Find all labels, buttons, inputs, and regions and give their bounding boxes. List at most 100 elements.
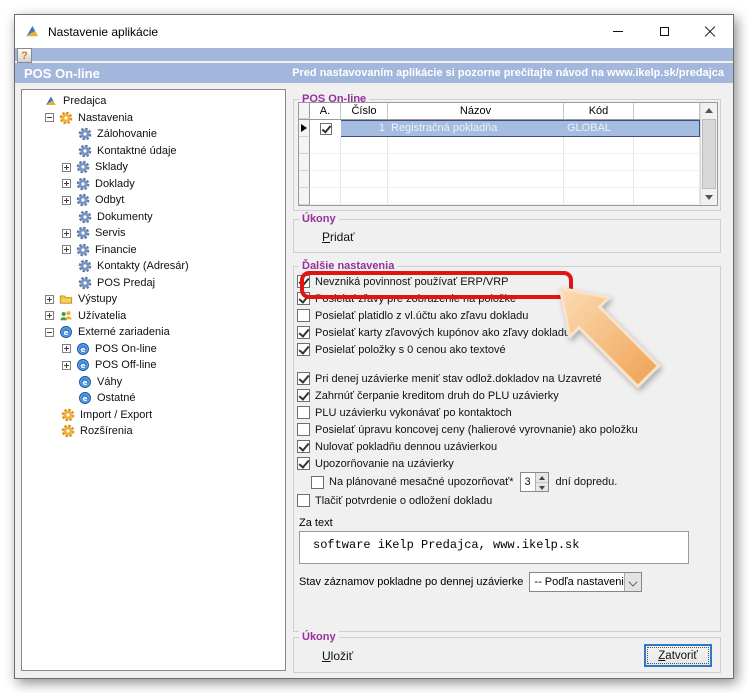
tree-item-pos-predaj[interactable]: POS Predaj [22, 275, 285, 292]
tree-item-kontaktne-udaje[interactable]: Kontaktné údaje [22, 143, 285, 160]
row-active-checkbox[interactable] [320, 123, 332, 135]
tree-item-pos-on-line[interactable]: ePOS On-line [22, 341, 285, 358]
tree-item-kontakty-adresar[interactable]: Kontakty (Adresár) [22, 258, 285, 275]
setting-posielat-platidlo-z-vl-uctu-ako-zlavu-do[interactable]: Posielať platidlo z vl.účtu ako zľavu do… [294, 307, 720, 324]
spinner-suffix-label: dní dopredu. [556, 476, 618, 488]
expand-plus-icon[interactable] [62, 196, 71, 205]
gear-orange-icon [58, 110, 74, 126]
tree-item-externe-zariadenia[interactable]: eExterné zariadenia [22, 324, 285, 341]
setting-zahrnut-cerpanie-kreditom-druh-do-plu-uz[interactable]: Zahrnúť čerpanie kreditom druh do PLU uz… [294, 387, 720, 404]
checkbox[interactable] [297, 309, 310, 322]
checkbox[interactable] [297, 423, 310, 436]
tree-item-label: Kontaktné údaje [97, 145, 177, 157]
spinner-value: 3 [521, 473, 535, 491]
app-logo-icon [24, 23, 41, 40]
checkbox[interactable] [297, 440, 310, 453]
add-button[interactable]: Pridať [322, 230, 355, 244]
tree-item-sklady[interactable]: Sklady [22, 159, 285, 176]
scroll-up-icon[interactable] [701, 103, 717, 119]
setting-upozornovanie-na-uzavierky[interactable]: Upozorňovanie na uzávierky [294, 455, 720, 472]
scroll-down-icon[interactable] [701, 189, 717, 205]
setting-nevznika-povinnost-pouzivat-erp-vrp[interactable]: Nevzniká povinnosť používať ERP/VRP [294, 273, 720, 290]
expand-minus-icon[interactable] [45, 113, 54, 122]
chevron-down-icon[interactable] [624, 573, 641, 591]
section-title: POS On-line [24, 66, 100, 81]
app-icon [43, 93, 59, 109]
svg-text:e: e [80, 345, 85, 354]
state-select[interactable]: -- Podľa nastavenia [529, 572, 642, 592]
table-empty-row [299, 188, 700, 205]
tree-item-vystupy[interactable]: Výstupy [22, 291, 285, 308]
table-row[interactable]: 1 Registračná pokladňa GLOBAL [299, 120, 700, 137]
help-button[interactable]: ? [17, 48, 32, 63]
checkbox[interactable] [297, 275, 310, 288]
tree-item-odbyt[interactable]: Odbyt [22, 192, 285, 209]
tree-item-dokumenty[interactable]: Dokumenty [22, 209, 285, 226]
tree-item-import-export[interactable]: Import / Export [22, 407, 285, 424]
tree-item-vahy[interactable]: eVáhy [22, 374, 285, 391]
tree-item-financie[interactable]: Financie [22, 242, 285, 259]
checkbox[interactable] [297, 406, 310, 419]
checkbox[interactable] [297, 343, 310, 356]
settings-checkbox-list: Nevzniká povinnosť používať ERP/VRPPosie… [294, 267, 720, 509]
tree-item-doklady[interactable]: Doklady [22, 176, 285, 193]
tree-item-nastavenia[interactable]: Nastavenia [22, 110, 285, 127]
days-spinner[interactable]: 3 [520, 472, 549, 492]
close-button[interactable] [687, 15, 733, 48]
tree-item-pos-off-line[interactable]: ePOS Off-line [22, 357, 285, 374]
checkbox[interactable] [297, 292, 310, 305]
table-scrollbar[interactable] [700, 103, 717, 205]
checkbox[interactable] [297, 494, 310, 507]
setting-posielat-karty-zlavovych-kuponov-ako-zla[interactable]: Posielať karty zľavových kupónov ako zľa… [294, 324, 720, 341]
tree-item-uzivatelia[interactable]: Užívatelia [22, 308, 285, 325]
tree-item-ostatne[interactable]: eOstatné [22, 390, 285, 407]
tree-item-label: Rozšírenia [80, 425, 133, 437]
expand-minus-icon[interactable] [45, 328, 54, 337]
expand-plus-icon[interactable] [62, 245, 71, 254]
gear-blue-icon [75, 159, 91, 175]
expand-plus-icon[interactable] [62, 344, 71, 353]
device-icon: e [75, 341, 91, 357]
settings-tree: PredajcaNastaveniaZálohovanie Kontaktné ú… [21, 89, 286, 671]
tree-item-zalohovanie[interactable]: Zálohovanie [22, 126, 285, 143]
setting-na-planovane-mesacne-upozornovat[interactable]: Na plánované mesačné upozorňovať*3dní do… [308, 472, 720, 492]
tree-item-label: Sklady [95, 161, 128, 173]
spinner-up-icon[interactable] [536, 473, 548, 483]
checkbox[interactable] [297, 457, 310, 470]
setting-plu-uzavierku-vykonavat-po-kontaktoch[interactable]: PLU uzávierku vykonávať po kontaktoch [294, 404, 720, 421]
expand-plus-icon[interactable] [62, 179, 71, 188]
scrollbar-thumb[interactable] [702, 119, 716, 189]
setting-posielat-polozky-s-0-cenou-ako-textove[interactable]: Posielať položky s 0 cenou ako textové [294, 341, 720, 358]
maximize-button[interactable] [641, 15, 687, 48]
setting-nulovat-pokladnu-dennou-uzavierkou[interactable]: Nulovať pokladňu dennou uzávierkou [294, 438, 720, 455]
setting-posielat-upravu-koncovej-ceny-halierove-[interactable]: Posielať úpravu koncovej ceny (halierové… [294, 421, 720, 438]
group-other-settings: Ďalšie nastavenia Nevzniká povinnosť pou… [293, 266, 721, 632]
checkbox[interactable] [297, 326, 310, 339]
checkbox[interactable] [311, 476, 324, 489]
minimize-button[interactable] [595, 15, 641, 48]
save-button[interactable]: Uložiť [322, 649, 353, 663]
cash-register-table: A. Číslo Názov Kód 1 Registračná pokladň… [298, 102, 718, 206]
expand-plus-icon[interactable] [45, 295, 54, 304]
setting-pri-denej-uzavierke-menit-stav-odloz-dok[interactable]: Pri denej uzávierke meniť stav odlož.dok… [294, 370, 720, 387]
dialog-content: PredajcaNastaveniaZálohovanie Kontaktné ú… [15, 83, 733, 678]
expand-plus-icon[interactable] [62, 163, 71, 172]
column-header: Číslo [341, 103, 388, 119]
checkbox[interactable] [297, 389, 310, 402]
tree-item-label: Váhy [97, 376, 122, 388]
tree-item-predajca[interactable]: Predajca [22, 93, 285, 110]
expand-plus-icon[interactable] [62, 361, 71, 370]
users-icon [58, 308, 74, 324]
setting-posielat-zlavy-pre-zobrazenie-na-polozke[interactable]: Posielať zľavy pre zobrazenie na položke [294, 290, 720, 307]
expand-plus-icon[interactable] [62, 229, 71, 238]
expand-plus-icon[interactable] [45, 311, 54, 320]
tree-item-label: Kontakty (Adresár) [97, 260, 189, 272]
close-dialog-button[interactable]: Zatvoriť [644, 644, 712, 667]
tree-item-rozsirenia[interactable]: Rozšírenia [22, 423, 285, 440]
checkbox-label: Posielať úpravu koncovej ceny (halierové… [315, 424, 638, 436]
za-text-input[interactable]: software iKelp Predajca, www.ikelp.sk [299, 531, 689, 564]
spinner-down-icon[interactable] [536, 483, 548, 492]
checkbox[interactable] [297, 372, 310, 385]
tree-item-servis[interactable]: Servis [22, 225, 285, 242]
setting-tlacit-potvrdenie-o-odlozeni-dokladu[interactable]: Tlačiť potvrdenie o odložení dokladu [294, 492, 720, 509]
